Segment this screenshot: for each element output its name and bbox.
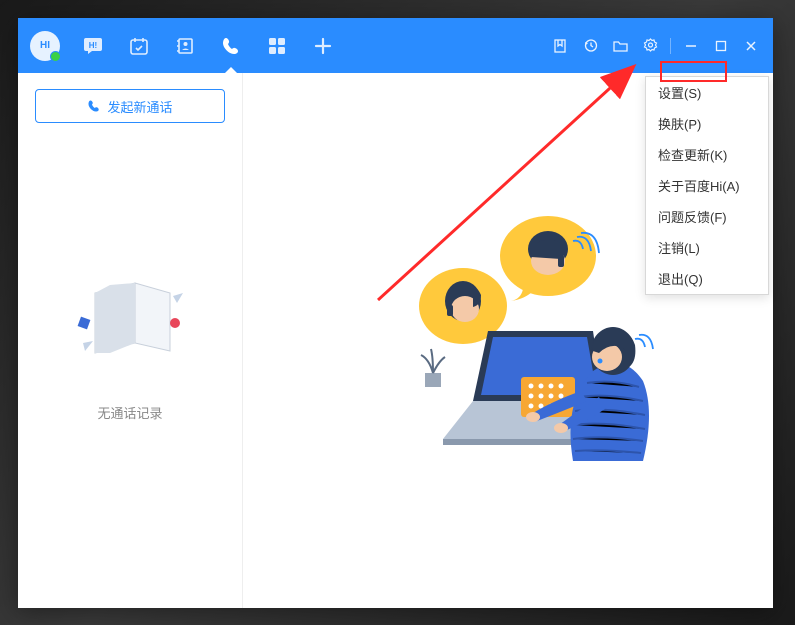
folder-icon[interactable] bbox=[606, 30, 634, 62]
bookmark-icon[interactable] bbox=[546, 30, 574, 62]
menu-about[interactable]: 关于百度Hi(A) bbox=[646, 170, 768, 201]
avatar-label: HI bbox=[40, 40, 50, 51]
nav-contacts-icon[interactable] bbox=[162, 18, 208, 73]
svg-text:H!: H! bbox=[89, 41, 97, 50]
window-controls bbox=[546, 30, 765, 62]
empty-state: 无通话记录 bbox=[65, 263, 195, 422]
user-avatar[interactable]: HI bbox=[30, 31, 60, 61]
menu-exit[interactable]: 退出(Q) bbox=[646, 263, 768, 294]
menu-skin[interactable]: 换肤(P) bbox=[646, 108, 768, 139]
new-call-button[interactable]: 发起新通话 bbox=[35, 89, 225, 123]
maximize-button[interactable] bbox=[707, 30, 735, 62]
nav-chat-icon[interactable]: H! bbox=[70, 18, 116, 73]
menu-feedback[interactable]: 问题反馈(F) bbox=[646, 201, 768, 232]
settings-icon[interactable] bbox=[636, 30, 664, 62]
settings-dropdown: 设置(S) 换肤(P) 检查更新(K) 关于百度Hi(A) 问题反馈(F) 注销… bbox=[645, 76, 769, 295]
new-call-label: 发起新通话 bbox=[107, 97, 172, 116]
empty-text: 无通话记录 bbox=[97, 403, 162, 422]
nav-apps-icon[interactable] bbox=[254, 18, 300, 73]
menu-logout[interactable]: 注销(L) bbox=[646, 232, 768, 263]
minimize-button[interactable] bbox=[677, 30, 705, 62]
nav-calendar-icon[interactable] bbox=[116, 18, 162, 73]
titlebar: HI H! bbox=[18, 18, 773, 73]
history-icon[interactable] bbox=[576, 30, 604, 62]
nav-add-icon[interactable] bbox=[300, 18, 346, 73]
app-window: HI H! bbox=[18, 18, 773, 608]
call-illustration bbox=[343, 201, 673, 481]
empty-box-illustration bbox=[65, 263, 195, 373]
nav-icons: H! bbox=[70, 18, 346, 73]
sidebar: 发起新通话 无通话记录 bbox=[18, 73, 243, 608]
close-button[interactable] bbox=[737, 30, 765, 62]
divider bbox=[670, 38, 671, 54]
menu-settings[interactable]: 设置(S) bbox=[646, 77, 768, 108]
phone-icon bbox=[87, 99, 101, 113]
menu-update[interactable]: 检查更新(K) bbox=[646, 139, 768, 170]
nav-call-icon[interactable] bbox=[208, 18, 254, 73]
